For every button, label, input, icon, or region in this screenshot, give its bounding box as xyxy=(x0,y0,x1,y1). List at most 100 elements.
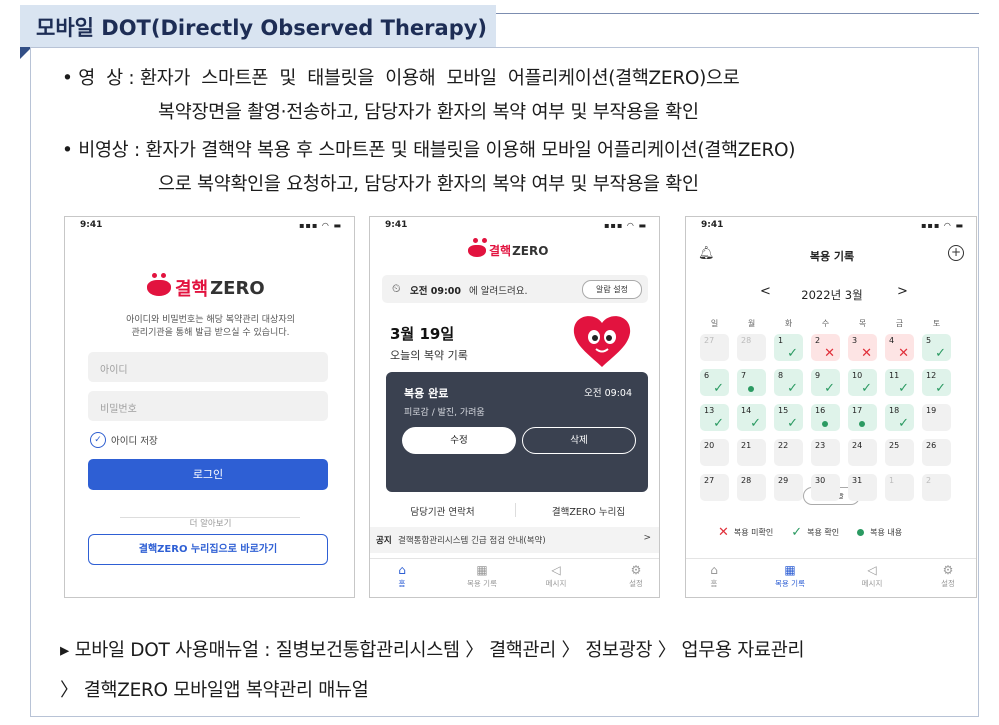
calendar-day[interactable]: 17 xyxy=(848,404,877,431)
day-number: 26 xyxy=(926,441,937,450)
nav-label: 복용 기록 xyxy=(775,579,805,588)
calendar-day[interactable]: 30 xyxy=(811,474,840,501)
nav-settings[interactable]: ⚙ 설정 xyxy=(606,563,659,589)
day-number: 2 xyxy=(926,476,932,485)
calendar-day[interactable]: 4 ✕ xyxy=(885,334,914,361)
megaphone-icon: ◁ xyxy=(867,563,877,577)
delete-button[interactable]: 삭제 xyxy=(522,427,636,454)
chevron-right-icon: > xyxy=(643,533,651,543)
bullet-colon: : xyxy=(128,68,135,89)
nav-settings[interactable]: ⚙ 설정 xyxy=(918,563,976,589)
calendar-day[interactable]: 9 ✓ xyxy=(811,369,840,396)
calendar-day[interactable]: 14 ✓ xyxy=(737,404,766,431)
password-input[interactable]: 비밀번호 xyxy=(88,391,328,421)
calendar-day[interactable]: 27 xyxy=(700,334,729,361)
dot-icon xyxy=(748,386,754,392)
check-icon: ✓ xyxy=(898,416,909,431)
bullet-1-cont: 복약장면을 촬영·전송하고, 담당자가 환자의 복약 여부 및 부작용을 확인 xyxy=(158,102,699,123)
calendar-day[interactable]: 26 xyxy=(922,439,951,466)
nav-label: 메시지 xyxy=(545,579,567,588)
heart-logo-icon xyxy=(468,237,487,257)
x-mark-icon: ✕ xyxy=(824,346,835,361)
day-number: 20 xyxy=(704,441,715,450)
calendar-day[interactable]: 6 ✓ xyxy=(700,369,729,396)
homepage-link[interactable]: 결핵ZERO 누리집 xyxy=(516,504,659,518)
phone-home-screen: 9:41 ▪▪▪ ◠ ▬ 결핵 ZERO ⏲ 오전 09:00 에 알려드려요.… xyxy=(369,216,660,598)
nav-label: 설정 xyxy=(941,579,955,588)
calendar-day[interactable]: 7 xyxy=(737,369,766,396)
nav-records[interactable]: ▦ 복용 기록 xyxy=(452,563,512,589)
check-icon: ✓ xyxy=(787,416,798,431)
next-month-button[interactable]: > xyxy=(897,284,908,299)
add-icon[interactable]: + xyxy=(948,245,964,261)
nav-messages[interactable]: ◁ 메시지 xyxy=(842,563,902,589)
day-number: 18 xyxy=(889,406,900,415)
calendar-day[interactable]: 15 ✓ xyxy=(774,404,803,431)
bullet-1: • 영 상 : 환자가 스마트폰 및 태블릿을 이용해 모바일 어플리케이션(결… xyxy=(62,64,740,90)
legend-confirmed: 복용 확인 xyxy=(807,528,840,537)
alarm-setting-button[interactable]: 알람 설정 xyxy=(582,280,642,299)
calendar-icon: ▦ xyxy=(784,563,796,577)
day-number: 1 xyxy=(778,336,784,345)
login-button[interactable]: 로그인 xyxy=(88,459,328,490)
check-icon: ✓ xyxy=(787,381,798,396)
mascot-illustration xyxy=(566,313,638,369)
day-number: 21 xyxy=(741,441,752,450)
day-number: 25 xyxy=(889,441,900,450)
calendar-day[interactable]: 23 xyxy=(811,439,840,466)
calendar-day[interactable]: 5 ✓ xyxy=(922,334,951,361)
legend-content: 복용 내용 xyxy=(870,528,903,537)
day-number: 27 xyxy=(704,476,715,485)
calendar-day[interactable]: 16 xyxy=(811,404,840,431)
save-id-checkbox[interactable]: ✓ 아이디 저장 xyxy=(90,432,158,448)
notice-bar[interactable]: 공지 결핵통합관리시스템 긴급 점검 안내(복약) > xyxy=(370,527,659,553)
bottom-nav: ⌂ 홈 ▦ 복용 기록 ◁ 메시지 ⚙ 설정 xyxy=(686,558,976,597)
check-circle-icon: ✓ xyxy=(90,432,106,448)
nav-label: 복용 기록 xyxy=(467,579,497,588)
calendar-day[interactable]: 24 xyxy=(848,439,877,466)
check-icon: ✓ xyxy=(713,416,724,431)
bullet-label: 영 상 xyxy=(78,68,123,89)
calendar-day[interactable]: 29 xyxy=(774,474,803,501)
calendar-day[interactable]: 28 xyxy=(737,334,766,361)
nav-records[interactable]: ▦ 복용 기록 xyxy=(760,563,820,589)
status-icons: ▪▪▪ ◠ ▬ xyxy=(921,221,964,230)
calendar-day[interactable]: 22 xyxy=(774,439,803,466)
nav-home[interactable]: ⌂ 홈 xyxy=(372,563,432,589)
legend: ✕ 복용 미확인 ✓ 복용 확인 복용 내용 xyxy=(718,525,902,540)
calendar-day[interactable]: 10 ✓ xyxy=(848,369,877,396)
contact-link[interactable]: 담당기관 연락처 xyxy=(370,504,515,518)
calendar-day[interactable]: 3 ✕ xyxy=(848,334,877,361)
calendar-day[interactable]: 27 xyxy=(700,474,729,501)
calendar-day[interactable]: 8 ✓ xyxy=(774,369,803,396)
dot-icon xyxy=(857,529,865,536)
calendar-day[interactable]: 2 xyxy=(922,474,951,501)
calendar-day[interactable]: 13 ✓ xyxy=(700,404,729,431)
calendar-day[interactable]: 19 xyxy=(922,404,951,431)
edit-button[interactable]: 수정 xyxy=(402,427,516,454)
calendar-day[interactable]: 1 xyxy=(885,474,914,501)
bullet-marker: • xyxy=(62,140,73,161)
nav-home[interactable]: ⌂ 홈 xyxy=(686,563,744,589)
homepage-link-button[interactable]: 결핵ZERO 누리집으로 바로가기 xyxy=(88,534,328,565)
calendar-day[interactable]: 25 xyxy=(885,439,914,466)
day-number: 23 xyxy=(815,441,826,450)
alarm-bar: ⏲ 오전 09:00 에 알려드려요. 알람 설정 xyxy=(382,275,648,303)
calendar-day[interactable]: 1 ✓ xyxy=(774,334,803,361)
calendar-day[interactable]: 12 ✓ xyxy=(922,369,951,396)
calendar-day[interactable]: 2 ✕ xyxy=(811,334,840,361)
calendar-day[interactable]: 31 xyxy=(848,474,877,501)
calendar-day[interactable]: 28 xyxy=(737,474,766,501)
status-time: 9:41 xyxy=(385,220,408,230)
day-number: 15 xyxy=(778,406,789,415)
screen-title: 복용 기록 xyxy=(809,250,855,263)
calendar-day[interactable]: 20 xyxy=(700,439,729,466)
day-number: 8 xyxy=(778,371,784,380)
calendar-day[interactable]: 18 ✓ xyxy=(885,404,914,431)
day-number: 14 xyxy=(741,406,752,415)
nav-messages[interactable]: ◁ 메시지 xyxy=(526,563,586,589)
id-input[interactable]: 아이디 xyxy=(88,352,328,382)
calendar-day[interactable]: 11 ✓ xyxy=(885,369,914,396)
calendar-day[interactable]: 21 xyxy=(737,439,766,466)
bullet-2-cont: 으로 복약확인을 요청하고, 담당자가 환자의 복약 여부 및 부작용을 확인 xyxy=(158,174,699,195)
